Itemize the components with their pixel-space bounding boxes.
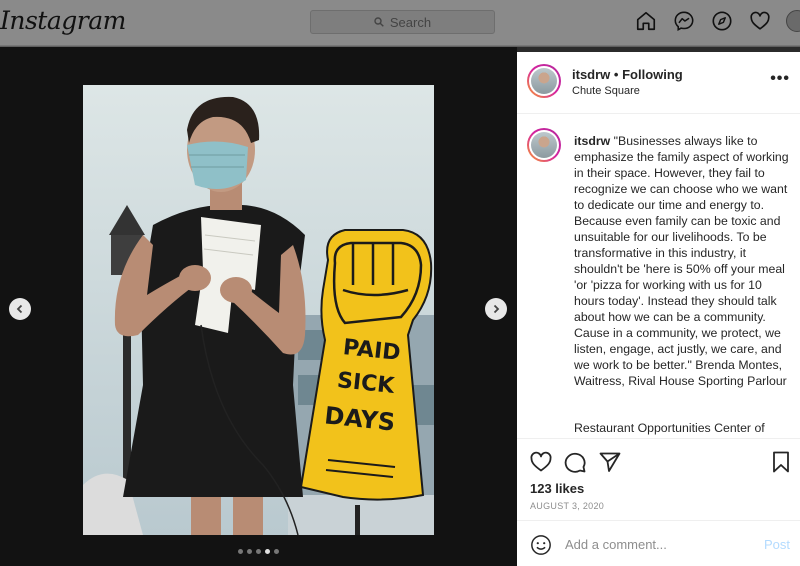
- post-date[interactable]: AUGUST 3, 2020: [530, 501, 604, 511]
- search-icon: [374, 17, 384, 27]
- emoji-icon[interactable]: [530, 534, 552, 556]
- share-icon[interactable]: [598, 450, 622, 474]
- like-icon[interactable]: [529, 450, 553, 474]
- carousel-dot: [247, 549, 252, 554]
- following-status[interactable]: • Following: [614, 67, 683, 82]
- carousel-dot: [256, 549, 261, 554]
- author-avatar[interactable]: [527, 64, 561, 98]
- search-placeholder: Search: [389, 14, 432, 30]
- author-username[interactable]: itsdrw: [572, 67, 610, 82]
- carousel-indicators: [238, 549, 279, 554]
- post-location[interactable]: Chute Square: [572, 85, 640, 97]
- comment-bar: Post: [517, 520, 800, 566]
- post-photo[interactable]: PAID SICK DAYS: [83, 85, 434, 535]
- save-bookmark-icon[interactable]: [769, 450, 793, 474]
- more-options-icon[interactable]: •••: [770, 70, 790, 88]
- carousel-dot: [274, 549, 279, 554]
- comment-icon[interactable]: [563, 450, 587, 474]
- previous-slide-button[interactable]: [9, 298, 31, 320]
- caption-body: "Businesses always like to emphasize the…: [574, 134, 789, 388]
- likes-count[interactable]: 123 likes: [530, 481, 584, 496]
- home-icon[interactable]: [634, 9, 658, 33]
- chevron-right-icon: [493, 304, 500, 314]
- profile-avatar[interactable]: [786, 10, 800, 32]
- caption-username[interactable]: itsdrw: [574, 134, 610, 148]
- chevron-left-icon: [16, 304, 23, 314]
- caption-continued: Restaurant Opportunities Center of: [574, 421, 765, 435]
- messenger-icon[interactable]: [672, 9, 696, 33]
- comment-input[interactable]: [565, 535, 745, 553]
- nav-icons: [634, 9, 800, 33]
- post-header: itsdrw • Following Chute Square •••: [517, 52, 800, 114]
- next-slide-button[interactable]: [485, 298, 507, 320]
- caption-section: itsdrw "Businesses always like to emphas…: [517, 115, 800, 439]
- caption-text: itsdrw "Businesses always like to emphas…: [574, 133, 792, 389]
- explore-icon[interactable]: [710, 9, 734, 33]
- post-comment-button[interactable]: Post: [764, 537, 790, 552]
- carousel-dot: [238, 549, 243, 554]
- top-navigation-bar: Instagram Search: [0, 0, 800, 46]
- carousel-dot: [265, 549, 270, 554]
- search-box[interactable]: Search: [310, 10, 495, 34]
- post-actions: 123 likes AUGUST 3, 2020: [517, 438, 800, 520]
- post-details-panel: itsdrw • Following Chute Square ••• itsd…: [517, 52, 800, 566]
- caption-avatar[interactable]: [527, 128, 561, 162]
- instagram-logo[interactable]: Instagram: [0, 6, 126, 35]
- heart-icon[interactable]: [748, 9, 772, 33]
